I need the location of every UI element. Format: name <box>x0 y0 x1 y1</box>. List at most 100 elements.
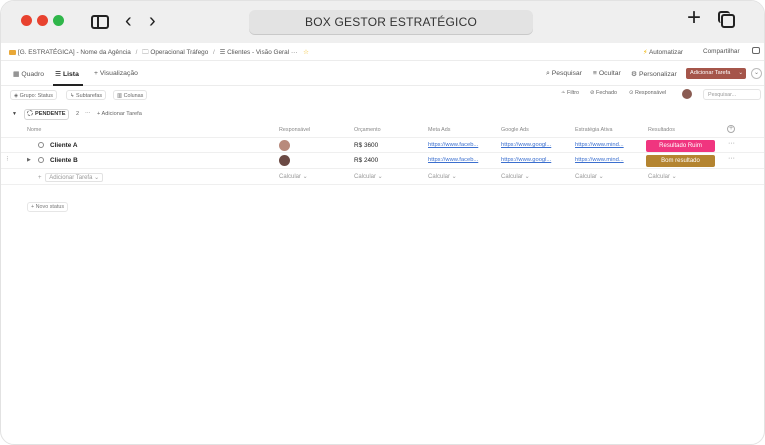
add-task-button[interactable]: Adicionar Tarefa ⌄ <box>686 68 746 79</box>
calc-meta-ads[interactable]: Calcular ⌄ <box>428 173 457 180</box>
search-icon: ⌕ <box>546 70 550 77</box>
calc-google-ads[interactable]: Calcular ⌄ <box>501 173 530 180</box>
calc-strategy[interactable]: Calcular ⌄ <box>575 173 604 180</box>
column-header-budget[interactable]: Orçamento <box>354 127 381 133</box>
breadcrumb-more[interactable]: ··· <box>291 49 297 56</box>
task-status-icon[interactable] <box>38 142 44 148</box>
breadcrumb: [G. ESTRATÉGICA] - Nome da Agência / 🗀 O… <box>9 48 309 59</box>
subtasks-icon: ↳ <box>70 93 75 99</box>
google-ads-link[interactable]: https://www.googl... <box>501 142 551 148</box>
table-row[interactable]: Cliente A R$ 3600 https://www.faceb... h… <box>1 137 764 153</box>
task-name[interactable]: Cliente A <box>50 142 77 149</box>
tab-list[interactable]: ☰ Lista <box>55 70 79 78</box>
breadcrumb-list[interactable]: Clientes - Visão Geral <box>227 49 289 56</box>
strategy-link[interactable]: https://www.mind... <box>575 142 624 148</box>
gear-icon: ⚙ <box>631 71 638 78</box>
add-task-row: + Adicionar Tarefa ⌄ Calcular ⌄ Calcular… <box>1 169 764 185</box>
minimize-window-button[interactable] <box>37 15 48 26</box>
column-header-strategy[interactable]: Estratégia Ativa <box>575 127 612 133</box>
columns-chip[interactable]: ▥ Colunas <box>113 90 148 100</box>
close-window-button[interactable] <box>21 15 32 26</box>
app-window: ‹ › BOX GESTOR ESTRATÉGICO + [G. ESTRATÉ… <box>0 0 765 445</box>
filter-icon: ⩪ <box>561 90 566 96</box>
task-name[interactable]: Cliente B <box>50 157 78 164</box>
status-more-button[interactable]: ··· <box>85 110 91 116</box>
bolt-icon: ⚡ <box>643 49 648 56</box>
breadcrumb-bar: [G. ESTRATÉGICA] - Nome da Agência / 🗀 O… <box>1 43 764 61</box>
chevron-down-icon[interactable]: ⌄ <box>751 68 762 79</box>
sidebar-toggle-icon[interactable] <box>91 15 109 29</box>
back-icon[interactable]: ‹ <box>125 11 132 31</box>
filter-button[interactable]: ⩪ Filtro <box>561 90 579 96</box>
new-status-button[interactable]: + Novo status <box>27 202 69 212</box>
avatar[interactable] <box>682 89 692 99</box>
table-header: Nome Responsável Orçamento Meta Ads Goog… <box>1 123 764 137</box>
strategy-link[interactable]: https://www.mind... <box>575 157 624 163</box>
row-more-icon[interactable]: ··· <box>728 140 735 147</box>
column-header-results[interactable]: Resultados <box>648 127 675 133</box>
tab-overview-icon[interactable] <box>718 11 735 28</box>
forward-icon[interactable]: › <box>149 11 156 31</box>
tab-board[interactable]: ▦ Quadro <box>13 70 44 78</box>
meta-ads-link[interactable]: https://www.faceb... <box>428 157 478 163</box>
chat-icon[interactable] <box>752 47 760 54</box>
column-header-google-ads[interactable]: Google Ads <box>501 127 529 133</box>
result-badge[interactable]: Bom resultado <box>646 155 715 167</box>
check-circle-icon: ⊘ <box>590 90 595 96</box>
plus-icon: + <box>38 175 42 181</box>
customize-button[interactable]: ⚙ Personalizar <box>631 70 677 78</box>
closed-label: Fechado <box>596 90 618 96</box>
result-badge[interactable]: Resultado Ruim <box>646 140 715 152</box>
title-bar: ‹ › BOX GESTOR ESTRATÉGICO + <box>1 1 764 43</box>
calc-budget[interactable]: Calcular ⌄ <box>354 173 383 180</box>
hide-button[interactable]: ≡ Ocultar <box>593 70 621 77</box>
calc-results[interactable]: Calcular ⌄ <box>648 173 677 180</box>
search-button[interactable]: ⌕ Pesquisar <box>546 70 582 78</box>
avatar[interactable] <box>279 155 290 166</box>
status-name: PENDENTE <box>35 111 66 117</box>
subtasks-chip[interactable]: ↳ Subtarefas <box>66 90 107 100</box>
group-by-chip[interactable]: ◈ Grupo: Status <box>10 90 57 100</box>
filter-bar: ◈ Grupo: Status ↳ Subtarefas ▥ Colunas ⩪… <box>1 87 764 103</box>
favorite-icon[interactable]: ☆ <box>303 49 309 56</box>
budget-cell[interactable]: R$ 3600 <box>354 142 378 149</box>
status-badge[interactable]: PENDENTE <box>24 109 70 120</box>
add-view-button[interactable]: + Visualização <box>94 70 138 77</box>
meta-ads-link[interactable]: https://www.faceb... <box>428 142 478 148</box>
budget-cell[interactable]: R$ 2400 <box>354 157 378 164</box>
new-tab-icon[interactable]: + <box>687 6 701 30</box>
layers-icon: ◈ <box>14 93 19 99</box>
table-row[interactable]: ⠇ ▶ Cliente B R$ 2400 https://www.faceb.… <box>1 153 764 169</box>
calc-assignee[interactable]: Calcular ⌄ <box>279 173 308 180</box>
add-column-icon[interactable]: + <box>727 125 735 133</box>
add-task-input[interactable]: Adicionar Tarefa ⌄ <box>45 173 104 182</box>
status-ring-icon <box>27 110 33 116</box>
search-input[interactable]: Pesquisar... <box>703 89 761 100</box>
add-task-label: Adicionar Tarefa <box>690 70 731 76</box>
space-folder-icon <box>9 50 16 55</box>
column-header-name[interactable]: Nome <box>27 127 41 133</box>
closed-button[interactable]: ⊘ Fechado <box>590 90 617 96</box>
avatar[interactable] <box>279 140 290 151</box>
inline-add-task[interactable]: + Adicionar Tarefa ⌄ <box>38 173 104 182</box>
zoom-window-button[interactable] <box>53 15 64 26</box>
status-group-header: ▼ PENDENTE 2 ··· + Adicionar Tarefa <box>1 108 764 122</box>
window-title-bar[interactable]: BOX GESTOR ESTRATÉGICO <box>249 10 533 34</box>
share-button[interactable]: Compartilhar <box>703 48 740 55</box>
google-ads-link[interactable]: https://www.googl... <box>501 157 551 163</box>
drag-handle-icon[interactable]: ⠇ <box>6 156 10 163</box>
breadcrumb-folder[interactable]: Operacional Tráfego <box>150 49 208 56</box>
collapse-caret-icon[interactable]: ▼ <box>12 111 17 117</box>
column-header-meta-ads[interactable]: Meta Ads <box>428 127 450 133</box>
breadcrumb-space[interactable]: [G. ESTRATÉGICA] - Nome da Agência <box>18 49 131 56</box>
task-status-icon[interactable] <box>38 157 44 163</box>
hide-icon: ≡ <box>593 70 597 77</box>
chevron-down-icon[interactable]: ⌄ <box>738 68 743 79</box>
row-more-icon[interactable]: ··· <box>728 155 735 162</box>
expand-caret-icon[interactable]: ▶ <box>27 157 31 163</box>
breadcrumb-separator: / <box>135 49 138 56</box>
automate-button[interactable]: ⚡ Automatizar <box>643 48 683 56</box>
assignee-button[interactable]: ⊙ Responsável <box>629 90 666 96</box>
status-add-task-button[interactable]: + Adicionar Tarefa <box>97 111 142 117</box>
column-header-assignee[interactable]: Responsável <box>279 127 310 133</box>
